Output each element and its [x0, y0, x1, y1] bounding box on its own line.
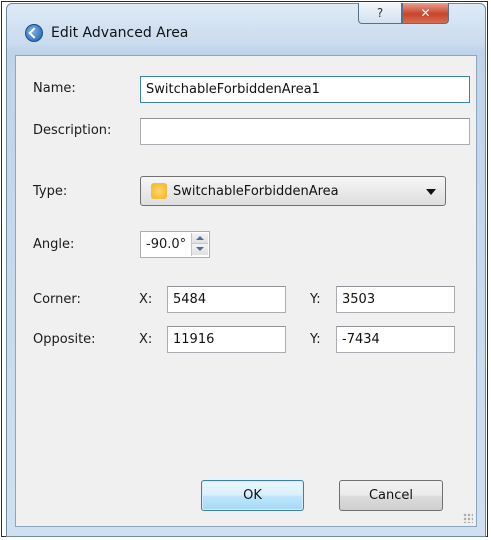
opposite-label: Opposite: — [33, 332, 96, 347]
type-label: Type: — [33, 184, 68, 199]
corner-x-label: X: — [139, 292, 153, 307]
chevron-down-icon — [426, 189, 436, 195]
type-dropdown[interactable]: SwitchableForbiddenArea — [140, 176, 446, 206]
app-refresh-icon — [25, 24, 43, 42]
opposite-y-field[interactable]: -7434 — [336, 326, 455, 353]
angle-value: -90.0° — [146, 237, 187, 252]
name-label: Name: — [33, 81, 76, 96]
resize-grip-icon[interactable] — [463, 513, 473, 523]
forbidden-area-type-icon — [151, 183, 167, 199]
angle-label: Angle: — [33, 237, 75, 252]
spin-up-icon[interactable] — [192, 233, 208, 244]
opposite-x-label: X: — [139, 332, 153, 347]
cancel-button[interactable]: Cancel — [339, 480, 443, 511]
corner-label: Corner: — [33, 292, 81, 307]
help-button[interactable]: ? — [358, 3, 402, 24]
corner-x-field[interactable]: 5484 — [167, 286, 286, 313]
corner-y-label: Y: — [310, 292, 321, 307]
description-label: Description: — [33, 123, 112, 138]
angle-spin-buttons — [191, 233, 208, 256]
opposite-x-field[interactable]: 11916 — [167, 326, 286, 353]
name-field[interactable]: SwitchableForbiddenArea1 — [140, 76, 470, 103]
opposite-y-label: Y: — [310, 332, 321, 347]
dialog-content: Name: SwitchableForbiddenArea1 Descripti… — [15, 55, 477, 527]
type-selected-value: SwitchableForbiddenArea — [173, 184, 339, 199]
window-title: Edit Advanced Area — [51, 25, 189, 41]
title-bar[interactable]: Edit Advanced Area ? ✕ — [7, 3, 485, 56]
angle-spinbox[interactable]: -90.0° — [140, 231, 210, 258]
spin-down-icon[interactable] — [192, 244, 208, 255]
close-button[interactable]: ✕ — [402, 3, 449, 24]
ok-button[interactable]: OK — [201, 480, 304, 511]
dialog-window: Edit Advanced Area ? ✕ Name: SwitchableF… — [6, 3, 486, 537]
corner-y-field[interactable]: 3503 — [336, 286, 455, 313]
description-field[interactable] — [140, 118, 470, 145]
